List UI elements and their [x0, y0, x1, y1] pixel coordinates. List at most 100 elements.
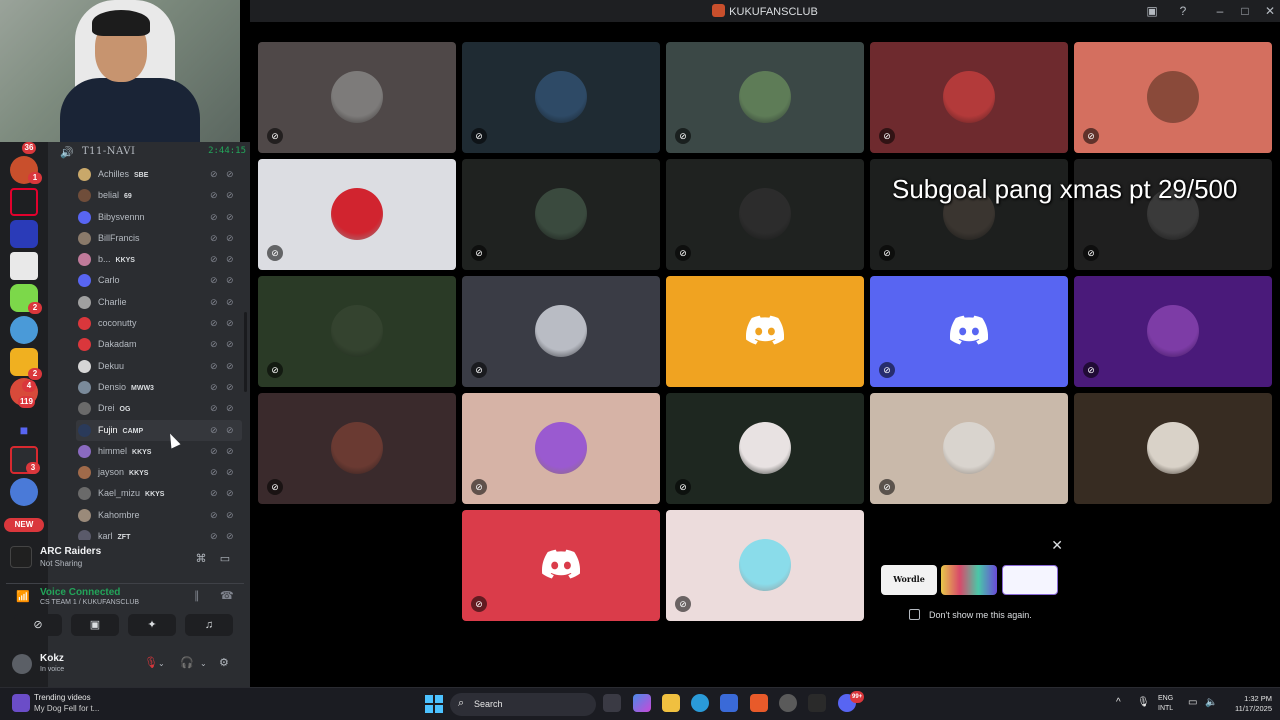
- controller-icon[interactable]: ⌘: [193, 551, 209, 567]
- participant-tile[interactable]: ⊘: [870, 276, 1068, 387]
- member-tag: KKYS: [115, 257, 135, 265]
- voice-member[interactable]: Kahombre ⊘ ⊘: [76, 505, 242, 526]
- participant-tile[interactable]: ⊘: [462, 159, 660, 270]
- file-explorer-icon[interactable]: [662, 694, 680, 712]
- maximize-icon[interactable]: □: [1237, 3, 1253, 19]
- stream-overlay-text: Subgoal pang xmas pt 29/500: [892, 174, 1238, 204]
- chevron-down-icon[interactable]: ⌄: [158, 659, 165, 668]
- server-icon-6[interactable]: [10, 316, 38, 344]
- store-icon[interactable]: [720, 694, 738, 712]
- participant-tile[interactable]: ⊘: [258, 276, 456, 387]
- microphone-icon[interactable]: 🎙: [1137, 697, 1150, 708]
- participant-tile[interactable]: ⊘: [258, 42, 456, 153]
- voice-member[interactable]: Achilles SBE ⊘ ⊘: [76, 164, 242, 185]
- voice-member[interactable]: belial 69 ⊘ ⊘: [76, 185, 242, 206]
- settings-gear-icon[interactable]: ⚙: [219, 656, 229, 669]
- avatar[interactable]: [12, 654, 32, 674]
- folder-icon[interactable]: ■: [10, 416, 38, 444]
- participant-tile[interactable]: ⊘: [462, 393, 660, 504]
- stream-game-icon[interactable]: ▭: [217, 551, 233, 567]
- notepad-icon[interactable]: [808, 694, 826, 712]
- activity-card-whiteboard[interactable]: [1002, 565, 1058, 595]
- participant-tile[interactable]: ⊘: [462, 510, 660, 621]
- widgets-title[interactable]: Trending videos: [34, 693, 91, 702]
- participant-tile[interactable]: [666, 276, 864, 387]
- disconnect-icon[interactable]: ☎: [220, 589, 234, 602]
- voice-member[interactable]: Densio MWW3 ⊘ ⊘: [76, 377, 242, 398]
- deafened-icon: ⊘: [226, 360, 234, 371]
- network-icon[interactable]: ▭: [1188, 697, 1197, 708]
- noise-suppression-icon[interactable]: ∥: [194, 589, 200, 602]
- soundboard-button[interactable]: ♫: [185, 614, 233, 636]
- voice-member[interactable]: b... KKYS ⊘ ⊘: [76, 249, 242, 270]
- muted-mic-icon: ⊘: [471, 362, 487, 378]
- participant-tile[interactable]: ⊘: [1074, 276, 1272, 387]
- participant-tile[interactable]: ⊘: [462, 276, 660, 387]
- activities-button[interactable]: ✦: [128, 614, 176, 636]
- participant-tile[interactable]: ⊘: [870, 42, 1068, 153]
- voice-member[interactable]: coconutty ⊘ ⊘: [76, 313, 242, 334]
- widgets-subtitle[interactable]: My Dog Fell for t...: [34, 704, 99, 713]
- voice-member[interactable]: jayson KKYS ⊘ ⊘: [76, 462, 242, 483]
- close-icon[interactable]: ✕: [1051, 537, 1063, 554]
- participant-avatar: [331, 71, 383, 123]
- muted-mic-icon: ⊘: [210, 190, 218, 201]
- voice-member[interactable]: Kael_mizu KKYS ⊘ ⊘: [76, 483, 242, 504]
- volume-icon[interactable]: 🔈: [1205, 697, 1217, 708]
- server-icon-t1[interactable]: [10, 188, 38, 216]
- edge-icon[interactable]: [691, 694, 709, 712]
- camera-off-button[interactable]: ⊘: [14, 614, 62, 636]
- chevron-down-icon[interactable]: ⌄: [200, 659, 207, 668]
- voice-member[interactable]: Charlie ⊘ ⊘: [76, 292, 242, 313]
- activity-card-wordle[interactable]: Wordle: [881, 565, 937, 595]
- headphones-icon[interactable]: 🎧: [180, 656, 194, 669]
- participant-tile[interactable]: ⊘: [666, 510, 864, 621]
- participant-tile[interactable]: ⊘: [666, 159, 864, 270]
- participant-tile[interactable]: ⊘: [258, 159, 456, 270]
- voice-member[interactable]: Bibysvennn ⊘ ⊘: [76, 207, 242, 228]
- taskbar-search[interactable]: ⌕ Search: [450, 693, 596, 716]
- tray-chevron-icon[interactable]: ^: [1116, 697, 1121, 708]
- voice-member[interactable]: himmel KKYS ⊘ ⊘: [76, 441, 242, 462]
- server-icon-3[interactable]: [10, 220, 38, 248]
- participant-tile[interactable]: ⊘: [462, 42, 660, 153]
- member-list-scrollbar[interactable]: [244, 312, 247, 392]
- participant-tile[interactable]: [1074, 393, 1272, 504]
- voice-member[interactable]: Drei OG ⊘ ⊘: [76, 398, 242, 419]
- voice-member[interactable]: Dekuu ⊘ ⊘: [76, 356, 242, 377]
- participant-tile[interactable]: ⊘: [666, 393, 864, 504]
- activity-card-2[interactable]: [941, 565, 997, 595]
- voice-member[interactable]: karl ZFT ⊘ ⊘: [76, 526, 242, 540]
- input-language[interactable]: ENG INTL: [1158, 694, 1173, 714]
- server-icon-11[interactable]: [10, 478, 38, 506]
- app-icon[interactable]: [779, 694, 797, 712]
- member-name-text: coconutty: [98, 318, 137, 329]
- voice-member[interactable]: BillFrancis ⊘ ⊘: [76, 228, 242, 249]
- participant-tile[interactable]: ⊘: [870, 393, 1068, 504]
- inbox-icon[interactable]: ▣: [1144, 3, 1160, 19]
- voice-channel-header[interactable]: 🔊 T11-NAVI 2:44:15: [56, 144, 246, 160]
- voice-location[interactable]: CS TEAM 1 / KUKUFANSCLUB: [40, 599, 139, 606]
- task-view-icon[interactable]: [603, 694, 621, 712]
- voice-member[interactable]: Fujin CAMP ⊘ ⊘: [76, 419, 242, 441]
- close-icon[interactable]: ✕: [1262, 3, 1278, 19]
- windows-start-icon[interactable]: [425, 695, 443, 713]
- mic-muted-icon[interactable]: 🎙: [144, 656, 158, 669]
- participant-tile[interactable]: ⊘: [666, 42, 864, 153]
- brave-icon[interactable]: [750, 694, 768, 712]
- minimize-icon[interactable]: –: [1212, 3, 1228, 19]
- participant-tile[interactable]: ⊘: [258, 393, 456, 504]
- voice-member[interactable]: Carlo ⊘ ⊘: [76, 270, 242, 291]
- deafened-icon: ⊘: [675, 245, 691, 261]
- widgets-icon[interactable]: [12, 694, 30, 712]
- signal-icon[interactable]: 📶: [16, 590, 30, 603]
- voice-member[interactable]: Dakadam ⊘ ⊘: [76, 334, 242, 355]
- server-badge: 119: [18, 396, 35, 408]
- dont-show-checkbox[interactable]: [909, 609, 920, 620]
- help-icon[interactable]: ?: [1175, 3, 1191, 19]
- copilot-icon[interactable]: [633, 694, 651, 712]
- server-icon-4[interactable]: [10, 252, 38, 280]
- screen-share-button[interactable]: ▣: [71, 614, 119, 636]
- system-clock[interactable]: 1:32 PM 11/17/2025: [1224, 694, 1272, 714]
- participant-tile[interactable]: ⊘: [1074, 42, 1272, 153]
